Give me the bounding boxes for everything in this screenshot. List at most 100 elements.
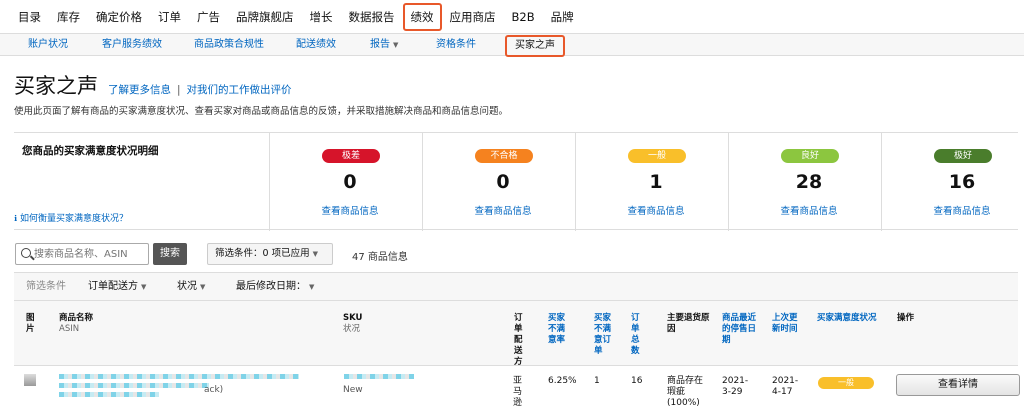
column-header-sub: ASIN: [59, 324, 80, 334]
feedback-link[interactable]: 对我们的工作做出评价: [187, 84, 292, 96]
status-count: 28: [795, 171, 823, 193]
column-header[interactable]: 订单总数: [631, 313, 641, 357]
table-row: ack) New 亚马逊 6.25% 1 16 商品存在瑕疵 (100%) 202…: [14, 366, 1018, 415]
top-navigation: 目录 库存 确定价格 订单 广告 品牌旗舰店 增长 数据报告 绩效 应用商店 B2B 品牌: [0, 0, 1024, 34]
topnav-item[interactable]: 目录: [18, 0, 41, 34]
status-count: 16: [948, 171, 976, 193]
subnav-item-label: 账户状况: [28, 39, 68, 50]
header-links-separator: |: [177, 84, 181, 96]
topnav-item[interactable]: 数据报告: [349, 0, 395, 34]
chevron-down-icon: ▼: [393, 41, 399, 49]
subnav-item-label: 配送绩效: [296, 39, 336, 50]
subnav-item[interactable]: 账户状况: [28, 34, 68, 56]
topnav-item[interactable]: B2B: [512, 0, 535, 34]
status-card: 良好 28 查看商品信息: [728, 133, 878, 231]
view-details-button[interactable]: 查看详情: [896, 374, 1020, 396]
product-count: 47 商品信息: [352, 252, 408, 263]
search-icon: [21, 248, 31, 258]
search-input[interactable]: [34, 246, 146, 262]
column-header-label: 图片: [26, 313, 35, 334]
chevron-down-icon: ▼: [141, 283, 147, 291]
help-link-label: 如何衡量买家满意度状况？: [20, 214, 129, 224]
subnav-item-label: 商品政策合规性: [194, 39, 264, 50]
search-button[interactable]: 搜索: [153, 243, 187, 265]
view-products-link[interactable]: 查看商品信息: [729, 203, 889, 217]
sku-redacted: [344, 374, 414, 379]
topnav-item[interactable]: 品牌: [551, 0, 574, 34]
product-name-redacted: [59, 374, 299, 379]
view-products-link[interactable]: 查看商品信息: [576, 203, 736, 217]
learn-more-link[interactable]: 了解更多信息: [108, 84, 171, 96]
sub-navigation: 账户状况 客户服务绩效 商品政策合规性 配送绩效 报告 ▼ 资格条件 买家之声: [0, 34, 1024, 57]
return-reason-text: 商品存在瑕疵: [667, 376, 704, 397]
column-header-label: 买家满意度状况: [817, 313, 877, 323]
view-products-link[interactable]: 查看商品信息: [270, 203, 430, 217]
filter-last-modified-label: 最后修改日期：: [236, 281, 306, 292]
total-orders: 16: [631, 376, 643, 386]
column-header-label: 订单总数: [631, 313, 640, 356]
status-pill: 极差: [322, 149, 380, 163]
column-header[interactable]: 商品最近的停售日期: [722, 313, 762, 346]
return-reason-pct: (100%): [667, 398, 700, 408]
filter-dropdown-label: 筛选条件：0 项已应用: [215, 248, 310, 259]
topnav-item[interactable]: 增长: [310, 0, 333, 34]
filter-fulfillment[interactable]: 订单配送方 ▼: [88, 273, 146, 301]
column-header: SKU 状况: [343, 313, 463, 335]
view-products-link[interactable]: 查看商品信息: [882, 203, 1024, 217]
info-icon: ℹ: [14, 214, 18, 223]
subnav-item[interactable]: 商品政策合规性: [194, 34, 264, 56]
subnav-item-label: 报告: [370, 39, 390, 50]
help-link[interactable]: ℹ 如何衡量买家满意度状况？: [14, 211, 128, 224]
dissatisfaction-rate: 6.25%: [548, 376, 577, 386]
column-header-label: 商品最近的停售日期: [722, 313, 757, 345]
column-header-label: 操作: [897, 313, 915, 323]
filter-condition-label: 状况: [177, 281, 197, 292]
subnav-item-label: 买家之声: [515, 40, 555, 51]
subnav-item[interactable]: 报告 ▼: [370, 34, 398, 56]
product-name-redacted-2: [59, 383, 209, 388]
status-pill: 极好: [934, 149, 992, 163]
subnav-item[interactable]: 买家之声: [505, 35, 565, 57]
asin-redacted: [59, 392, 159, 397]
subnav-item[interactable]: 配送绩效: [296, 34, 336, 56]
filter-row: 筛选条件 订单配送方 ▼ 状况 ▼ 最后修改日期： ▼: [14, 272, 1018, 300]
sku-tail: ack): [204, 385, 224, 395]
column-header[interactable]: 买家不满意订单: [594, 313, 614, 357]
column-header: 订单配送方: [514, 313, 524, 368]
subnav-item[interactable]: 客户服务绩效: [102, 34, 162, 56]
topnav-item[interactable]: 订单: [158, 0, 181, 34]
view-products-link[interactable]: 查看商品信息: [423, 203, 583, 217]
status-card: 极差 0 查看商品信息: [269, 133, 419, 231]
status-pill: 一般: [628, 149, 686, 163]
topnav-item[interactable]: 确定价格: [96, 0, 142, 34]
topnav-item[interactable]: 品牌旗舰店: [236, 0, 294, 34]
chevron-down-icon: ▼: [309, 283, 315, 291]
return-reason: 商品存在瑕疵 (100%): [667, 376, 709, 409]
topnav-item[interactable]: 绩效: [402, 2, 442, 31]
status-card: 不合格 0 查看商品信息: [422, 133, 572, 231]
topnav-item[interactable]: 应用商店: [450, 0, 496, 34]
filter-last-modified[interactable]: 最后修改日期： ▼: [236, 273, 314, 301]
topnav-item[interactable]: 广告: [197, 0, 220, 34]
product-image: [24, 374, 36, 386]
status-count: 0: [496, 171, 510, 193]
filter-dropdown[interactable]: 筛选条件：0 项已应用 ▼: [207, 243, 333, 265]
status-pill: 不合格: [475, 149, 533, 163]
column-header-label: SKU: [343, 313, 363, 323]
status-card: 一般 1 查看商品信息: [575, 133, 725, 231]
fulfillment-channel: 亚马逊: [513, 376, 523, 408]
subnav-item-label: 资格条件: [436, 39, 476, 50]
subnav-item[interactable]: 资格条件: [436, 34, 476, 56]
column-header[interactable]: 买家不满意率: [548, 313, 572, 346]
topnav-item[interactable]: 库存: [57, 0, 80, 34]
column-header-label: 上次更新时间: [772, 313, 798, 334]
filter-condition[interactable]: 状况 ▼: [177, 273, 205, 301]
column-header: 图片: [26, 313, 36, 335]
column-header-label: 买家不满意订单: [594, 313, 612, 356]
table-header: 图片 商品名称 ASIN SKU 状况 订单配送方 买家不满意率 买家不满意订单 订单总数 主要退…: [14, 300, 1018, 368]
column-header[interactable]: 买家满意度状况: [817, 313, 887, 324]
status-count: 1: [649, 171, 663, 193]
column-header: 商品名称 ASIN: [59, 313, 179, 335]
status-badge: 一般: [818, 377, 874, 389]
column-header[interactable]: 上次更新时间: [772, 313, 802, 335]
